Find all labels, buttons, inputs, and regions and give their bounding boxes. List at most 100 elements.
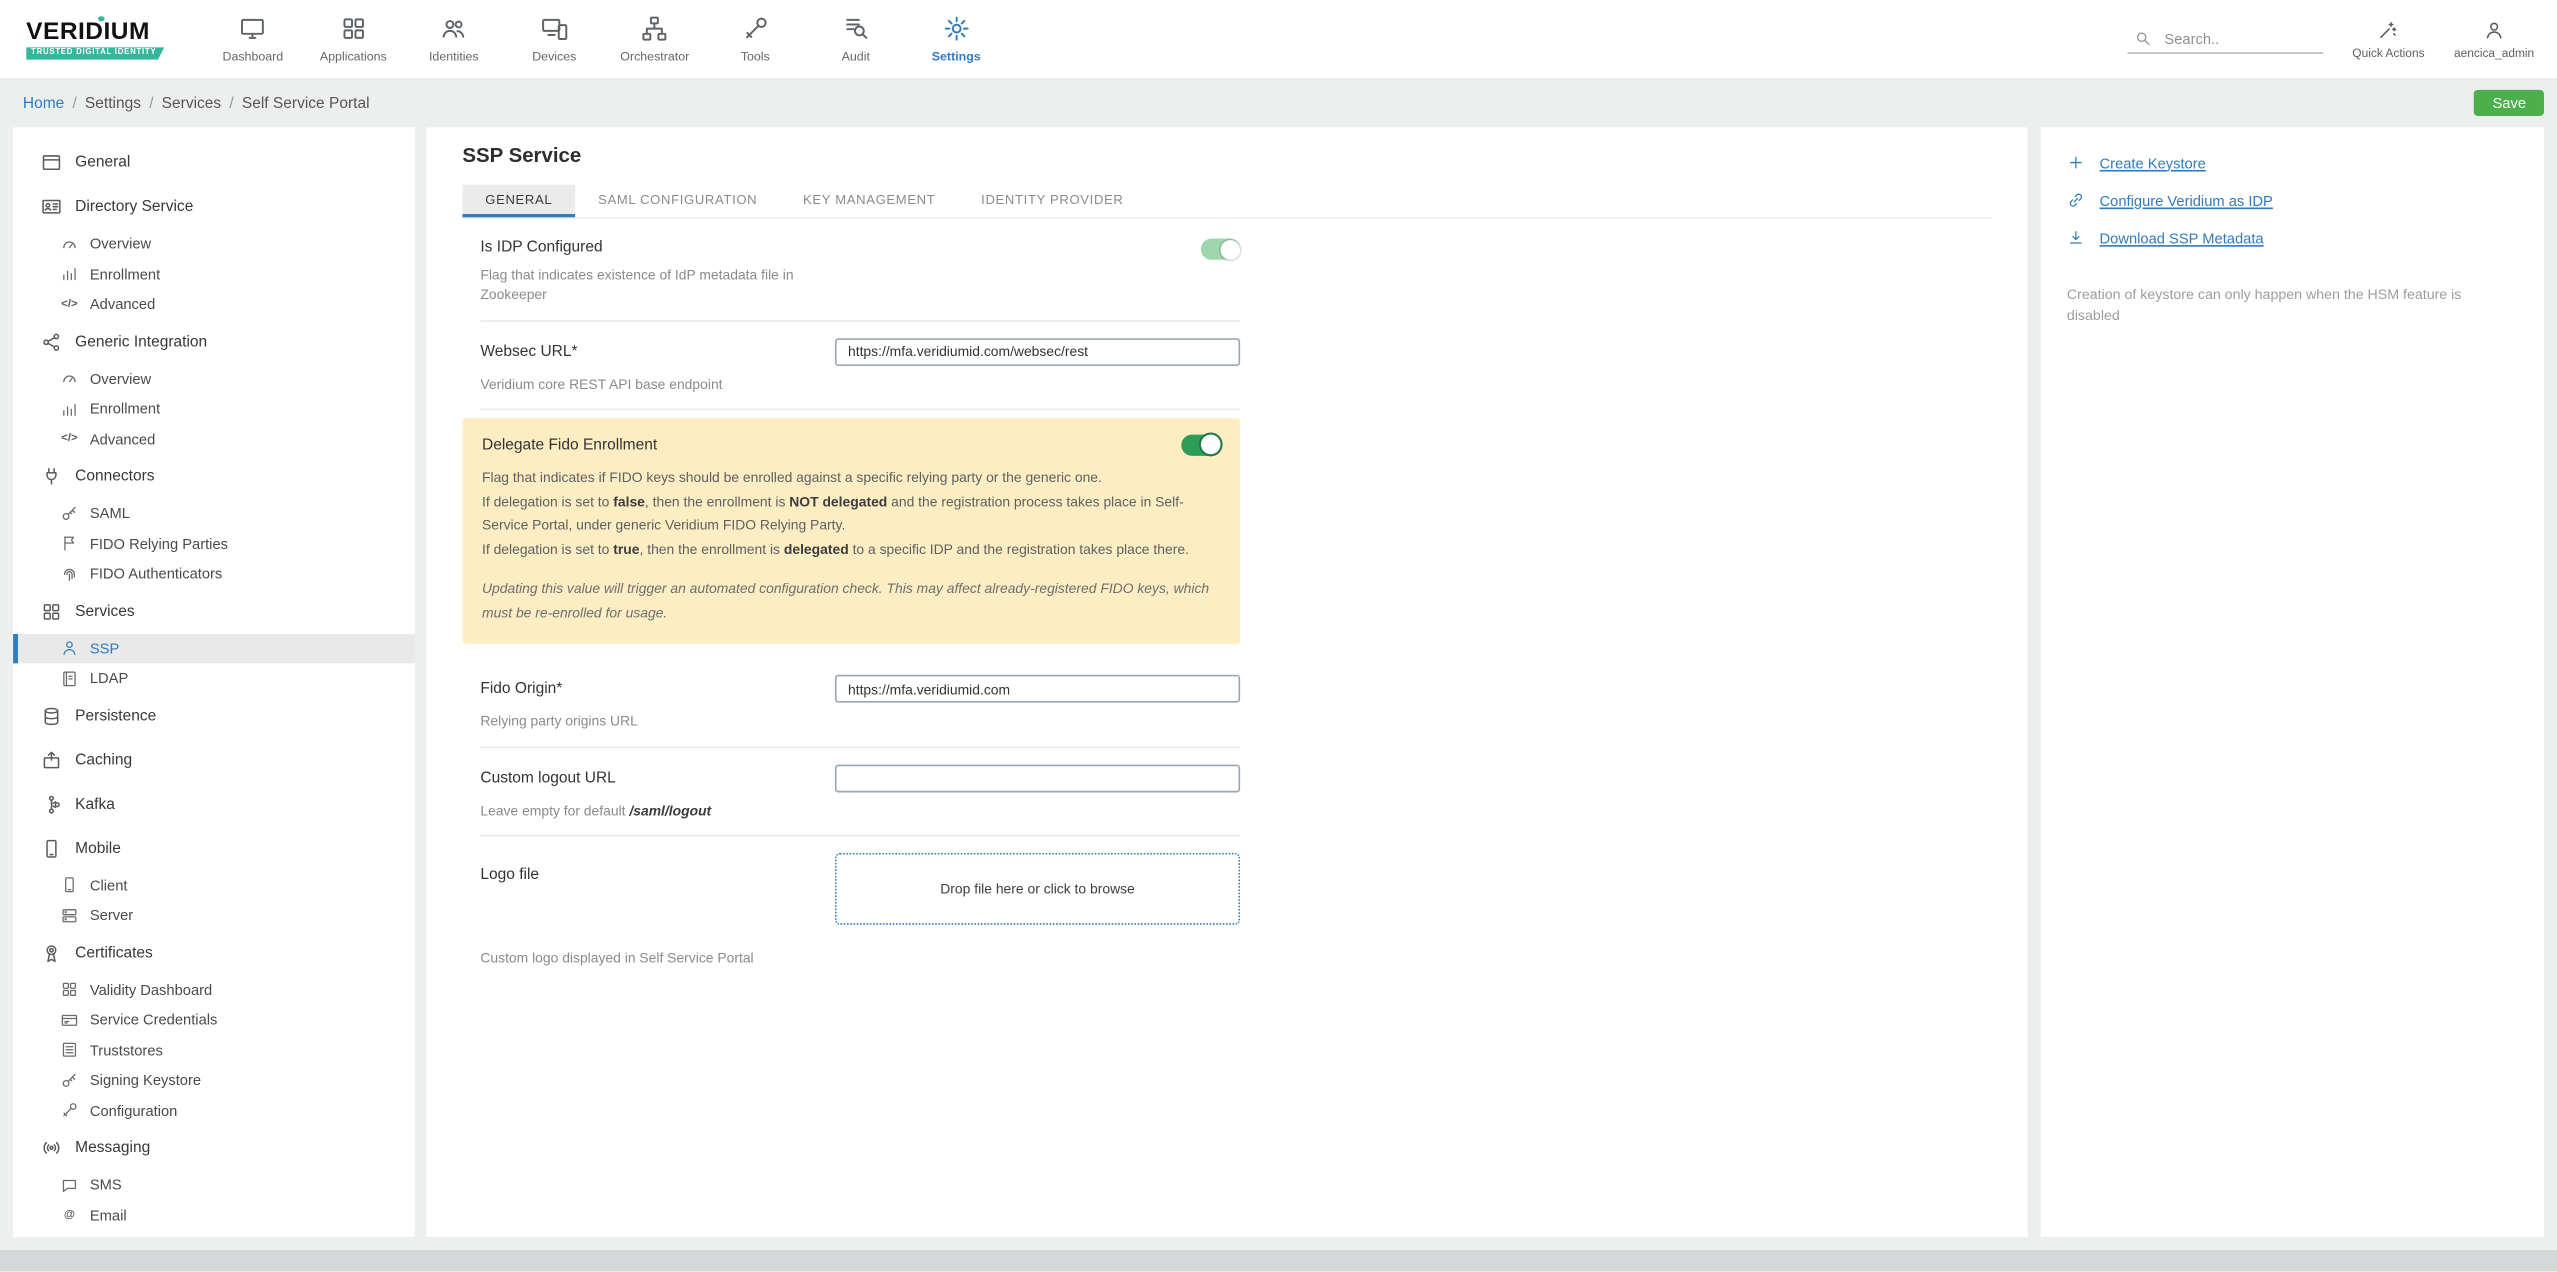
sidebar-item-generic-overview[interactable]: Overview <box>13 364 415 394</box>
tab-general[interactable]: GENERAL <box>462 184 576 218</box>
sidebar-item-signing-keystore[interactable]: Signing Keystore <box>13 1065 415 1095</box>
search-box[interactable] <box>2126 25 2323 54</box>
nav-item-tools[interactable]: Tools <box>705 0 805 78</box>
at-icon: @ <box>63 1209 76 1221</box>
sidebar-item-connectors[interactable]: Connectors <box>13 454 415 498</box>
field-desc-is-idp-configured: Flag that indicates existence of IdP met… <box>480 266 794 303</box>
phone-icon <box>60 876 78 894</box>
breadcrumb-settings[interactable]: Settings <box>85 94 141 112</box>
sidebar-item-ldap[interactable]: LDAP <box>13 663 415 693</box>
sidebar-item-service-credentials[interactable]: Service Credentials <box>13 1005 415 1035</box>
websec-url-input[interactable] <box>834 337 1241 366</box>
is-idp-configured-toggle[interactable] <box>1200 238 1241 260</box>
nav-item-settings[interactable]: Settings <box>906 0 1006 78</box>
sidebar-item-directory-service[interactable]: Directory Service <box>13 185 415 229</box>
key-icon <box>60 1071 78 1089</box>
nav-item-applications[interactable]: Applications <box>303 0 403 78</box>
sidebar-item-email[interactable]: @ Email <box>13 1200 415 1230</box>
download-ssp-metadata-link[interactable]: Download SSP Metadata <box>2067 219 2518 257</box>
field-row-fido-origin: Fido Origin* Relying party origins URL <box>480 659 1241 746</box>
nav-item-identities[interactable]: Identities <box>404 0 504 78</box>
action-label: Configure Veridium as IDP <box>2099 191 2273 209</box>
sidebar-item-general[interactable]: General <box>13 141 415 185</box>
sidebar-item-kafka[interactable]: Kafka <box>13 782 415 826</box>
audit-icon <box>842 15 870 43</box>
sidebar-item-mobile[interactable]: Mobile <box>13 826 415 870</box>
logo-tagline: TRUSTED DIGITAL IDENTITY <box>26 47 164 60</box>
share-icon <box>41 331 62 352</box>
nav-item-orchestrator[interactable]: Orchestrator <box>605 0 705 78</box>
sidebar-item-messaging[interactable]: Messaging <box>13 1126 415 1170</box>
row-divider <box>480 408 1241 411</box>
sidebar-item-label: SSP <box>89 640 120 657</box>
toggle-knob <box>1219 239 1240 259</box>
download-icon <box>2067 229 2085 247</box>
tab-saml-configuration[interactable]: SAML CONFIGURATION <box>575 185 780 218</box>
search-input[interactable] <box>2161 28 2317 49</box>
field-label-delegate-fido-enrollment: Delegate Fido Enrollment <box>482 436 658 455</box>
sidebar-item-sms[interactable]: SMS <box>13 1170 415 1200</box>
nav-item-label: Devices <box>532 48 577 64</box>
nav-item-dashboard[interactable]: Dashboard <box>203 0 303 78</box>
breadcrumb-home[interactable]: Home <box>23 94 64 112</box>
sidebar-item-label: FIDO Authenticators <box>89 565 223 583</box>
sidebar-item-generic-enrollment[interactable]: Enrollment <box>13 394 415 424</box>
sidebar-item-label: Directory Service <box>75 197 194 216</box>
configure-veridium-as-idp-link[interactable]: Configure Veridium as IDP <box>2067 181 2518 219</box>
tab-identity-provider[interactable]: IDENTITY PROVIDER <box>958 185 1146 218</box>
sidebar-item-directory-enrollment[interactable]: Enrollment <box>13 259 415 289</box>
sidebar-item-directory-overview[interactable]: Overview <box>13 229 415 259</box>
nav-item-label: Settings <box>931 48 981 64</box>
nav-item-devices[interactable]: Devices <box>504 0 604 78</box>
save-button[interactable]: Save <box>2474 89 2544 117</box>
main-panel: SSP Service GENERAL SAML CONFIGURATION K… <box>426 127 2028 1237</box>
logo-dot <box>98 15 104 22</box>
username-label: aencica_admin <box>2453 44 2535 60</box>
sidebar-item-label: Enrollment <box>89 265 161 283</box>
sidebar-item-fido-authenticators[interactable]: FIDO Authenticators <box>13 559 415 589</box>
sidebar-item-mobile-client[interactable]: Client <box>13 870 415 900</box>
plus-icon <box>2067 154 2085 172</box>
sidebar-item-saml[interactable]: SAML <box>13 498 415 528</box>
veridium-logo[interactable]: VERIDIUM TRUSTED DIGITAL IDENTITY <box>26 15 183 60</box>
settings-icon <box>942 15 970 43</box>
plug-icon <box>41 466 62 487</box>
delegate-fido-enrollment-toggle[interactable] <box>1181 434 1221 456</box>
nav-item-label: Identities <box>428 48 479 64</box>
user-icon <box>2483 19 2504 40</box>
breadcrumb-separator: / <box>72 93 77 112</box>
sidebar-item-generic-advanced[interactable]: </> Advanced <box>13 424 415 454</box>
field-desc-fido-origin: Relying party origins URL <box>480 712 638 730</box>
custom-logout-url-input[interactable] <box>834 763 1241 792</box>
nav-item-audit[interactable]: Audit <box>806 0 906 78</box>
logo-file-dropzone[interactable]: Drop file here or click to browse <box>834 852 1241 925</box>
search-icon <box>2133 29 2151 47</box>
sidebar-item-validity-dashboard[interactable]: Validity Dashboard <box>13 975 415 1005</box>
quick-actions-button[interactable]: Quick Actions <box>2352 19 2425 60</box>
sidebar-item-truststores[interactable]: Truststores <box>13 1035 415 1065</box>
sidebar-item-caching[interactable]: Caching <box>13 738 415 782</box>
fido-origin-input[interactable] <box>834 675 1241 703</box>
user-menu[interactable]: aencica_admin <box>2454 19 2534 60</box>
flag-icon <box>60 535 78 553</box>
create-keystore-link[interactable]: Create Keystore <box>2067 144 2518 182</box>
broadcast-icon <box>41 1137 62 1158</box>
breadcrumb-separator: / <box>149 93 154 112</box>
sidebar-item-services[interactable]: Services <box>13 589 415 633</box>
sidebar-item-directory-advanced[interactable]: </> Advanced <box>13 289 415 319</box>
sidebar-item-generic-integration[interactable]: Generic Integration <box>13 319 415 363</box>
sidebar-item-fido-relying-parties[interactable]: FIDO Relying Parties <box>13 529 415 559</box>
sidebar-item-label: Email <box>89 1207 127 1224</box>
sidebar-item-ssp[interactable]: SSP <box>13 633 416 664</box>
sidebar-item-configuration[interactable]: Configuration <box>13 1096 415 1126</box>
delegate-fido-description: Flag that indicates if FIDO keys should … <box>482 468 1189 557</box>
quick-actions-icon <box>2378 19 2399 40</box>
wrench-icon <box>60 1102 78 1120</box>
sidebar-item-mobile-server[interactable]: Server <box>13 900 415 930</box>
breadcrumb-services[interactable]: Services <box>162 94 222 112</box>
sidebar-item-persistence[interactable]: Persistence <box>13 694 415 738</box>
tab-key-management[interactable]: KEY MANAGEMENT <box>780 185 958 218</box>
person-icon <box>60 639 78 657</box>
sidebar-item-label: Enrollment <box>89 400 161 418</box>
sidebar-item-certificates[interactable]: Certificates <box>13 931 415 975</box>
